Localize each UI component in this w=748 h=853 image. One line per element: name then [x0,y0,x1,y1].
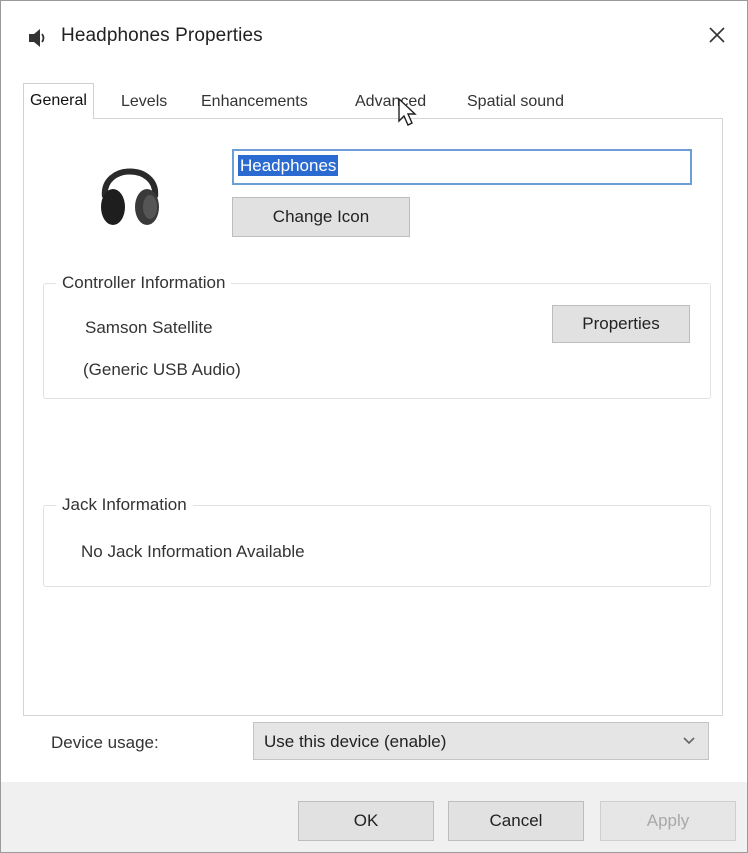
change-icon-button[interactable]: Change Icon [232,197,410,237]
tab-spatial-sound[interactable]: Spatial sound [467,87,564,117]
close-button[interactable] [697,15,737,55]
jack-info-legend: Jack Information [56,495,193,515]
controller-info-legend: Controller Information [56,273,232,293]
window-title: Headphones Properties [61,25,263,46]
headphones-icon [101,168,159,225]
device-name-input[interactable]: Headphones [232,149,692,185]
speaker-icon [29,29,45,47]
tab-enhancements[interactable]: Enhancements [201,87,308,117]
chevron-down-icon [683,737,695,745]
close-icon [709,27,725,43]
tab-advanced[interactable]: Advanced [355,87,426,117]
tab-general[interactable]: General [23,83,94,119]
controller-name: Samson Satellite [85,318,213,337]
properties-dialog: Headphones Properties General Levels Enh… [0,0,748,853]
dialog-body: General Levels Enhancements Advanced Spa… [1,71,747,782]
tab-levels[interactable]: Levels [121,87,167,117]
device-name-selection: Headphones [238,155,339,176]
jack-info-text: No Jack Information Available [81,542,305,561]
device-usage-dropdown[interactable]: Use this device (enable) [253,722,709,760]
tab-strip: General Levels Enhancements Advanced Spa… [23,79,723,119]
controller-driver: (Generic USB Audio) [83,360,241,379]
ok-button[interactable]: OK [298,801,434,841]
device-usage-label: Device usage: [51,733,159,752]
cancel-button[interactable]: Cancel [448,801,584,841]
apply-button[interactable]: Apply [600,801,736,841]
title-bar[interactable]: Headphones Properties [1,1,747,71]
controller-properties-button[interactable]: Properties [552,305,690,343]
dialog-footer: OK Cancel Apply [1,782,747,852]
device-usage-value: Use this device (enable) [264,732,447,751]
